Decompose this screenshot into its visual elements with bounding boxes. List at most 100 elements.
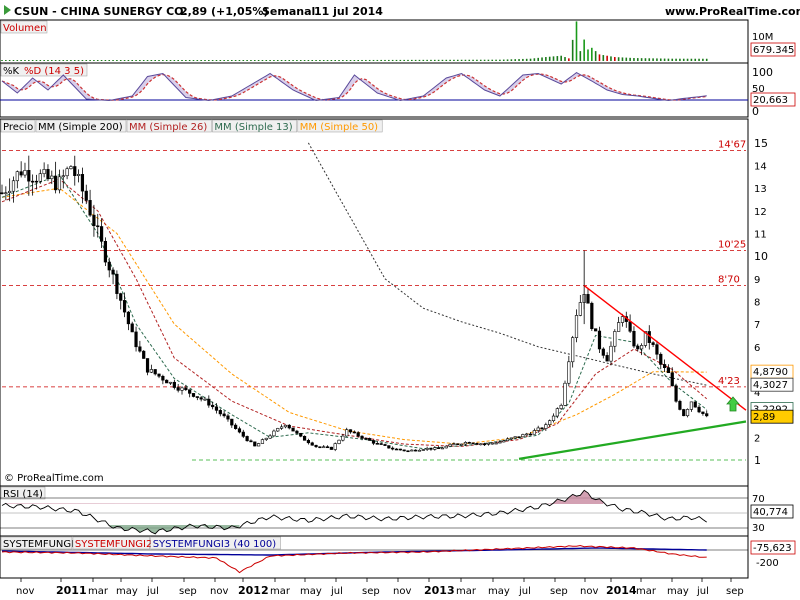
candle-body (452, 443, 456, 446)
candle-body (96, 225, 100, 228)
stoch-d-label: %D (14 3 5) (24, 66, 84, 77)
x-label-14: mar (456, 586, 477, 597)
price-tick-7: 7 (754, 320, 760, 331)
candle-body (80, 174, 85, 192)
price-tick-13: 13 (754, 184, 767, 195)
candle-body (77, 174, 81, 176)
candle-body (61, 175, 65, 178)
candle-body (571, 337, 575, 363)
price-tick-9: 9 (754, 275, 760, 286)
fungi-legend-item-1: SYSTEMFUNGI2 (75, 539, 152, 550)
candle-body (8, 190, 12, 194)
candle-body (368, 438, 372, 441)
price-tick-6: 6 (754, 343, 760, 354)
fungi-legend-item-2: SYSTEMFUNGI3 (40 100) (153, 539, 277, 550)
candle-body (536, 427, 540, 431)
candle-body (479, 443, 483, 446)
candle-body (218, 410, 222, 415)
candle-body (130, 323, 134, 333)
candle-body (325, 446, 330, 449)
candle-body (356, 432, 360, 437)
candle-body (268, 435, 272, 439)
candle-body (11, 180, 16, 192)
x-label-12: nov (393, 586, 411, 597)
volume-panel (0, 19, 749, 64)
candle-body (180, 387, 184, 391)
candle-body (165, 379, 169, 384)
x-label-17: sep (550, 586, 568, 597)
candle-body (456, 443, 460, 446)
candle-body (486, 442, 491, 445)
candle-body (260, 439, 265, 444)
candle-body (590, 302, 594, 329)
candle-body (605, 355, 609, 362)
site-url[interactable]: www.ProRealTime.com (665, 5, 800, 18)
candle-body (525, 433, 529, 436)
candle-body (574, 315, 579, 338)
fungi-value: -75,623 (753, 543, 792, 554)
candle-body (295, 430, 299, 434)
candle-body (517, 436, 521, 438)
candle-body (38, 173, 42, 182)
candle-body (498, 441, 502, 444)
candle-body (448, 443, 452, 447)
candle-body (352, 431, 356, 434)
price-tick-15: 15 (754, 137, 768, 150)
volume-scale-label: 10M (752, 32, 773, 43)
candle-body (678, 400, 682, 410)
candle-body (168, 381, 173, 384)
value-label-3: 2,89 (753, 412, 775, 423)
rsi-tick-30: 30 (752, 523, 765, 534)
candle-body (548, 420, 552, 425)
x-label-8: mar (270, 586, 291, 597)
candle-body (463, 442, 468, 445)
candle-body (674, 385, 678, 402)
candle-body (237, 428, 242, 433)
candle-body (429, 448, 433, 450)
candle-body (27, 170, 31, 182)
candle-body (88, 200, 92, 216)
candle-body (682, 409, 686, 417)
candle-body (375, 443, 379, 445)
x-label-19: 2014 (606, 584, 637, 597)
candle-body (609, 345, 613, 362)
candle-body (662, 364, 667, 368)
candle-body (57, 176, 62, 191)
candle-body (333, 443, 337, 450)
legend-item-3: MM (Simple 50) (300, 122, 378, 133)
candle-body (617, 322, 621, 332)
candle-body (693, 401, 697, 408)
candle-body (149, 369, 153, 373)
candle-body (153, 369, 157, 375)
candle-body (402, 449, 406, 452)
legend-item-0: MM (Simple 200) (38, 122, 123, 133)
candle-body (199, 397, 203, 400)
candle-body (521, 434, 525, 438)
candle-body (23, 170, 27, 176)
x-label-7: 2012 (238, 584, 269, 597)
candle-body (620, 316, 625, 323)
candle-body (276, 428, 280, 432)
candle-body (567, 361, 571, 384)
candle-body (234, 424, 238, 429)
candle-body (203, 398, 207, 401)
candle-body (4, 192, 8, 195)
candle-body (0, 192, 4, 195)
candle-body (264, 437, 268, 440)
candle-body (471, 442, 475, 445)
price-label: Precio (3, 122, 33, 133)
candle-body (176, 387, 180, 391)
candle-body (318, 446, 322, 449)
candle-body (437, 447, 441, 449)
candle-body (705, 413, 709, 417)
candle-body (685, 409, 690, 417)
candle-body (138, 346, 142, 352)
candle-body (513, 436, 517, 439)
x-label-23: sep (726, 586, 744, 597)
price-tick-14: 14 (754, 162, 767, 173)
candle-body (494, 442, 498, 445)
candle-body (406, 450, 410, 453)
candle-body (42, 169, 46, 175)
volume-label: Volumen (3, 23, 47, 34)
candle-body (287, 424, 291, 429)
